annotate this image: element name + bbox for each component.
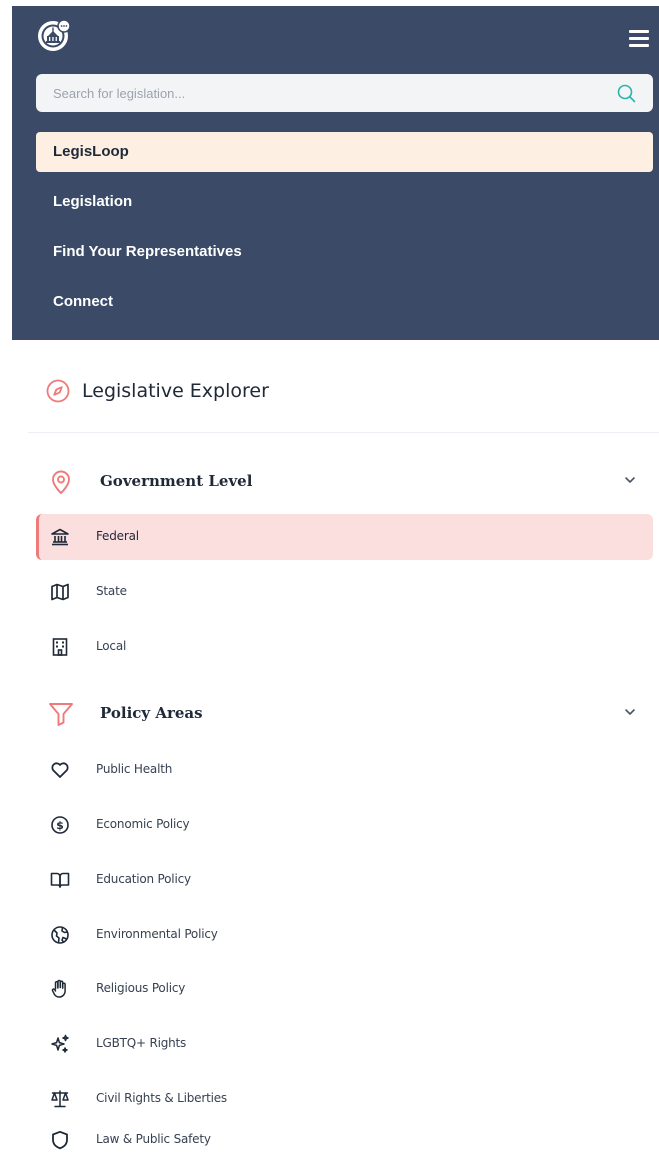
policy-item-environmental[interactable]: Environmental Policy [36,912,653,958]
divider [28,432,659,433]
section-government-level[interactable]: Government Level [48,464,648,498]
search-bar [36,74,653,112]
filter-item-label: Federal [96,529,139,543]
nav-item-legislation[interactable]: Legislation [36,182,653,222]
policy-item-label: Civil Rights & Liberties [96,1091,227,1105]
explorer-header: Legislative Explorer [46,374,269,408]
section-label: Government Level [100,472,253,490]
map-icon [50,582,70,602]
dollar-circle-icon: $ [50,815,70,835]
section-policy-areas[interactable]: Policy Areas [48,696,648,730]
filter-item-label: State [96,584,127,598]
globe-icon [50,925,70,945]
sparkles-icon [50,1034,70,1054]
nav-item-find-representatives[interactable]: Find Your Representatives [36,232,653,272]
policy-item-label: Education Policy [96,872,191,886]
heart-icon [50,760,70,780]
scale-icon [50,1089,70,1109]
landmark-icon [50,527,70,547]
policy-item-label: Religious Policy [96,981,186,995]
policy-item-education[interactable]: Education Policy [36,857,653,903]
filter-item-label: Local [96,639,127,653]
hamburger-menu-icon[interactable] [629,30,649,48]
filter-item-state[interactable]: State [36,569,653,615]
policy-item-label: Economic Policy [96,817,190,831]
nav-item-legisloop[interactable]: LegisLoop [36,132,653,172]
chevron-down-icon[interactable] [623,473,637,487]
filter-item-local[interactable]: Local [36,624,653,670]
map-pin-icon [48,469,74,495]
logo-icon[interactable] [36,18,72,54]
policy-item-lgbtq-rights[interactable]: LGBTQ+ Rights [36,1021,653,1067]
policy-item-label: Public Health [96,762,173,776]
policy-item-label: Law & Public Safety [96,1132,211,1146]
chevron-down-icon[interactable] [623,705,637,719]
policy-item-label: LGBTQ+ Rights [96,1036,187,1050]
policy-item-label: Environmental Policy [96,927,218,941]
building-icon [50,637,70,657]
svg-text:$: $ [56,819,64,832]
policy-item-public-health[interactable]: Public Health [36,747,653,793]
policy-item-religious[interactable]: Religious Policy [36,966,653,1012]
policy-item-law-public-safety[interactable]: Law & Public Safety [36,1117,653,1163]
compass-icon [46,379,70,403]
section-label: Policy Areas [100,704,203,722]
policy-item-civil-rights[interactable]: Civil Rights & Liberties [36,1076,653,1122]
policy-item-economic[interactable]: $ Economic Policy [36,802,653,848]
book-open-icon [50,870,70,890]
search-icon[interactable] [615,82,637,104]
filter-icon [48,701,74,727]
nav-item-connect[interactable]: Connect [36,282,653,322]
filter-item-federal[interactable]: Federal [36,514,653,560]
search-input[interactable] [36,74,606,112]
explorer-title: Legislative Explorer [82,380,269,402]
shield-icon [50,1130,70,1150]
hand-icon [50,979,70,999]
